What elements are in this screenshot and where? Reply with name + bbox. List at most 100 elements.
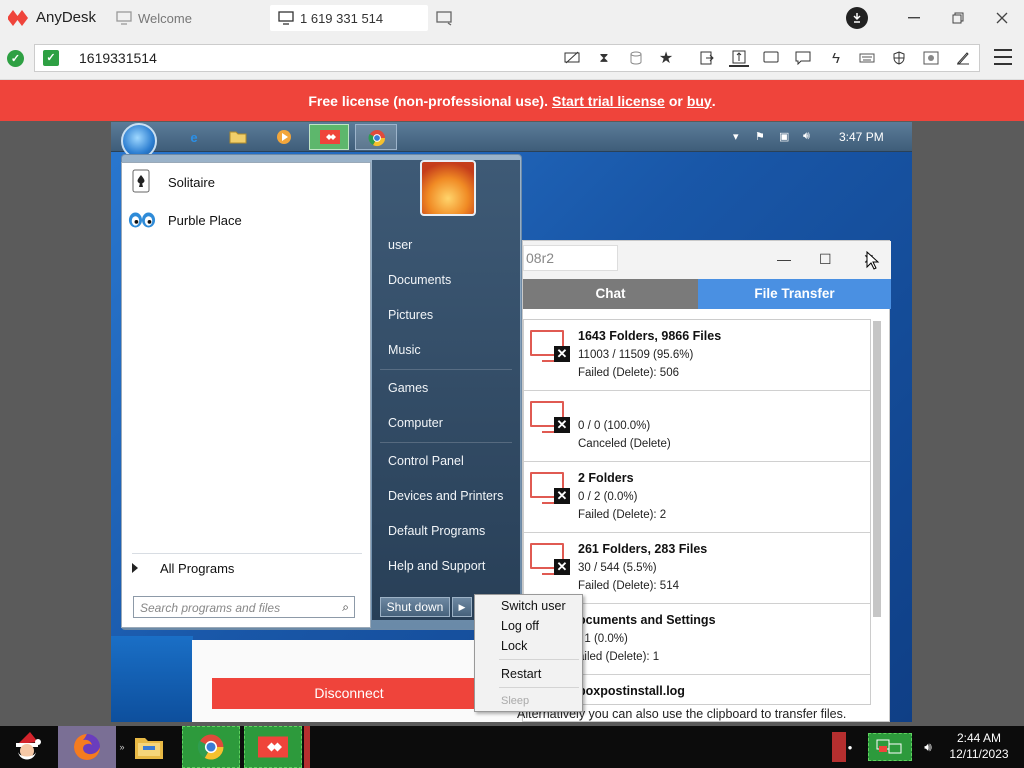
privacy-mode-icon[interactable] [562, 49, 582, 67]
power-options-menu: Switch user Log off Lock Restart Sleep [474, 594, 583, 712]
remote-clock[interactable]: 3:47 PM [839, 130, 884, 144]
place-default-programs[interactable]: Default Programs [388, 524, 485, 538]
restore-button[interactable] [948, 8, 968, 28]
new-session-icon[interactable] [436, 10, 454, 26]
tray-indicator [832, 732, 846, 762]
transfer-list-scrollbar[interactable] [873, 321, 881, 617]
favorite-star-icon[interactable]: ★ [656, 49, 676, 67]
start-trial-link[interactable]: Start trial license [552, 93, 665, 109]
media-player-icon[interactable] [273, 127, 295, 147]
file-transfer-icon[interactable] [729, 49, 749, 67]
program-label: Solitaire [168, 174, 215, 190]
place-documents[interactable]: Documents [388, 273, 451, 287]
local-clock[interactable]: 2:44 AM 12/11/2023 [944, 730, 1014, 762]
santa-app-icon[interactable] [4, 726, 50, 768]
tray-expand-icon[interactable]: ▾ [733, 130, 739, 143]
permissions-shield-icon[interactable] [889, 49, 909, 67]
place-music[interactable]: Music [388, 343, 421, 357]
buy-link[interactable]: buy [687, 93, 712, 109]
transfer-title: 1643 Folders, 9866 Files [578, 329, 722, 343]
tab-chat[interactable]: Chat [523, 279, 698, 309]
hourglass-icon[interactable]: ⧗ [594, 49, 614, 67]
place-computer[interactable]: Computer [388, 416, 443, 430]
volume-icon[interactable]: 🔊︎ [918, 726, 938, 768]
anydesk-task[interactable] [244, 726, 302, 768]
monitor-outline-icon [116, 11, 132, 25]
firefox-task[interactable] [58, 726, 116, 768]
menu-restart[interactable]: Restart [501, 667, 541, 681]
close-button[interactable] [992, 8, 1012, 28]
program-purble-place[interactable]: Purble Place [122, 203, 370, 237]
shutdown-options-arrow-icon[interactable]: ▶ [452, 597, 472, 617]
transfer-status: Failed (Delete): 2 [578, 509, 667, 521]
banner-text: Free license (non-professional use). [308, 92, 548, 109]
keyboard-icon[interactable] [857, 49, 877, 67]
internet-explorer-icon[interactable]: e [183, 127, 205, 147]
download-icon[interactable] [846, 7, 868, 29]
disconnect-button[interactable]: Disconnect [212, 678, 486, 709]
network-icon[interactable]: ▣ [779, 130, 789, 143]
switch-sides-icon[interactable] [697, 49, 717, 67]
programs-divider [132, 553, 362, 554]
chat-icon[interactable] [793, 49, 813, 67]
all-programs-label: All Programs [160, 561, 235, 576]
all-programs-button[interactable]: All Programs [132, 561, 234, 576]
session-toolbar: ✓ ✓ 1619331514 ⧗ ★ ϟ [0, 36, 1024, 80]
tab-welcome[interactable]: Welcome [110, 5, 262, 31]
file-transfer-titlebar: 08r2 — ☐ ✕ [523, 241, 891, 279]
menu-lock[interactable]: Lock [501, 639, 527, 653]
record-icon[interactable] [921, 49, 941, 67]
remote-wallpaper-strip [111, 636, 193, 722]
chrome-task[interactable] [182, 726, 240, 768]
volume-icon[interactable]: 🔊︎ [803, 130, 810, 143]
transfer-title: ocuments and Settings [578, 613, 716, 627]
display-icon[interactable] [761, 49, 781, 67]
tab-remote-session[interactable]: 1 619 331 514 [270, 5, 428, 31]
connection-ok-icon: ✓ [7, 50, 24, 67]
minimize-button[interactable] [904, 8, 924, 28]
tab-file-transfer[interactable]: File Transfer [698, 279, 891, 309]
transfer-status: Canceled (Delete) [578, 438, 671, 450]
file-explorer-icon[interactable] [130, 726, 168, 768]
user-picture[interactable] [420, 160, 476, 216]
ft-minimize-button[interactable]: — [777, 251, 791, 267]
menu-switch-user[interactable]: Switch user [501, 599, 566, 613]
program-label: Purble Place [168, 212, 242, 228]
whiteboard-pen-icon[interactable] [953, 49, 973, 67]
remote-anydesk-task[interactable] [309, 124, 349, 150]
tray-dot-icon: ● [847, 742, 853, 752]
failed-x-icon: ✕ [554, 346, 570, 362]
place-help-support[interactable]: Help and Support [388, 559, 485, 573]
solitaire-icon [128, 169, 156, 194]
program-solitaire[interactable]: Solitaire [122, 165, 370, 199]
places-divider [380, 369, 512, 370]
mouse-cursor-icon [866, 251, 880, 270]
place-user[interactable]: user [388, 238, 412, 252]
transfer-progress: 0 / 2 (0.0%) [578, 491, 638, 503]
start-search-input[interactable]: Search programs and files ⌕ [133, 596, 355, 618]
menu-log-off[interactable]: Log off [501, 619, 539, 633]
menu-divider [499, 659, 579, 660]
action-center-icon[interactable]: ⚑ [755, 130, 765, 143]
hamburger-menu-icon[interactable] [994, 49, 1012, 65]
menu-divider [499, 687, 579, 688]
database-icon[interactable] [626, 49, 646, 67]
address-value[interactable]: 1619331514 [79, 50, 157, 66]
failed-x-icon: ✕ [554, 417, 570, 433]
place-games[interactable]: Games [388, 381, 428, 395]
remote-chrome-task[interactable] [355, 124, 397, 150]
actions-lightning-icon[interactable]: ϟ [826, 49, 846, 67]
transfer-item[interactable]: ✕ 2 Folders 0 / 2 (0.0%) Failed (Delete)… [524, 462, 870, 533]
ft-maximize-button[interactable]: ☐ [819, 251, 832, 268]
local-date: 12/11/2023 [949, 747, 1009, 761]
search-icon: ⌕ [342, 600, 349, 614]
transfer-item[interactable]: ✕ 1643 Folders, 9866 Files 11003 / 11509… [524, 320, 870, 391]
place-pictures[interactable]: Pictures [388, 308, 433, 322]
transfer-item[interactable]: ✕ 0 / 0 (100.0%) Canceled (Delete) [524, 391, 870, 462]
explorer-folder-icon[interactable] [227, 127, 249, 147]
shutdown-button[interactable]: Shut down [380, 597, 450, 617]
place-devices-printers[interactable]: Devices and Printers [388, 489, 503, 503]
place-control-panel[interactable]: Control Panel [388, 454, 464, 468]
app-name: AnyDesk [36, 9, 97, 26]
tray-network-icon[interactable] [868, 733, 912, 761]
